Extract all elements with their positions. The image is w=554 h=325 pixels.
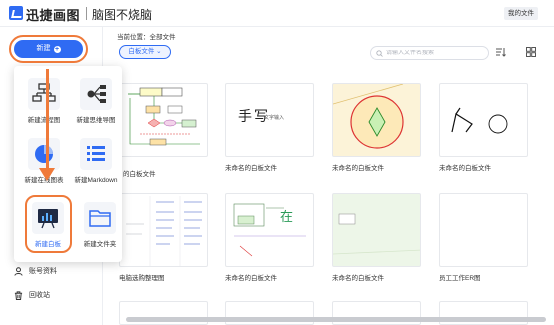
sidebar-item-recycle-bin[interactable]: 回收站 <box>13 289 50 301</box>
menu-item-new-mindmap[interactable]: 新建思维导图 <box>72 78 120 124</box>
pie-chart-icon <box>28 138 60 170</box>
brand-slogan: 脑图不烧脑 <box>92 8 153 22</box>
markdown-icon <box>80 138 112 170</box>
main-content: 当前位置：全部文件 白板文件 ⌄ 请输入文件名搜索 手写 文字输入 未命名的白板… <box>104 27 554 325</box>
file-card[interactable]: 未命名的白板文件 <box>332 83 421 172</box>
trash-icon <box>13 290 23 300</box>
search-input[interactable] <box>386 50 486 56</box>
brand-name: 迅捷画图 <box>26 8 81 23</box>
sort-icon[interactable] <box>494 47 506 59</box>
menu-item-label: 新建文件夹 <box>83 241 117 248</box>
search-box[interactable] <box>370 46 489 60</box>
logo-icon <box>9 6 23 20</box>
annotation-arrow-line <box>46 69 49 171</box>
file-card[interactable]: 在 未命名的白板文件 <box>225 193 314 282</box>
grid-view-icon[interactable] <box>525 47 537 59</box>
file-thumbnail <box>439 83 528 157</box>
menu-item-new-markdown[interactable]: 新建Markdown <box>72 138 120 184</box>
file-thumbnail <box>119 83 208 157</box>
search-icon <box>376 49 383 57</box>
sidebar-item-label: 回收站 <box>29 292 50 299</box>
file-thumbnail <box>439 193 528 267</box>
file-name-partial: 的白板文件 <box>123 171 156 178</box>
brand-divider <box>86 7 87 20</box>
file-name: 电脑选购整理图 <box>119 275 165 282</box>
file-card[interactable]: 未命名的白板文件 <box>332 193 421 282</box>
file-thumbnail <box>332 193 421 267</box>
menu-item-label: 新建Markdown <box>74 177 118 184</box>
file-card[interactable]: 未命名的白板文件 <box>439 83 528 172</box>
sidebar-item-account[interactable]: 账号资料 <box>13 265 57 277</box>
file-card[interactable] <box>119 83 208 162</box>
file-card[interactable]: 员工工作ER图 <box>439 193 528 282</box>
folder-icon <box>84 202 116 234</box>
user-icon <box>13 266 23 276</box>
file-card[interactable]: 手写 文字输入 未命名的白板文件 <box>225 83 314 172</box>
annotation-arrow-head <box>39 168 55 181</box>
file-name: 未命名的白板文件 <box>225 165 277 172</box>
file-name: 未命名的白板文件 <box>332 275 384 282</box>
file-name: 未命名的白板文件 <box>332 165 384 172</box>
file-thumbnail: 在 <box>225 193 314 267</box>
menu-item-label: 新建流程图 <box>27 117 61 124</box>
flowchart-icon <box>28 78 60 110</box>
thumb-zai: 在 <box>280 210 294 225</box>
thumb-text-input: 文字输入 <box>264 115 285 121</box>
horizontal-scrollbar[interactable] <box>126 317 546 322</box>
filter-label: 白板文件 <box>128 48 155 55</box>
file-thumbnail <box>332 83 421 157</box>
file-name: 员工工作ER图 <box>439 275 481 282</box>
sidebar-item-label: 账号资料 <box>29 268 57 275</box>
top-bar: 迅捷画图 脑图不烧脑 我的文件 <box>0 0 554 27</box>
file-thumbnail <box>119 193 208 267</box>
file-name: 未命名的白板文件 <box>439 165 491 172</box>
highlight-new-whiteboard <box>25 195 72 253</box>
mindmap-icon <box>80 78 112 110</box>
menu-item-new-folder[interactable]: 新建文件夹 <box>76 202 124 248</box>
file-type-filter[interactable]: 白板文件 ⌄ <box>119 45 171 59</box>
menu-item-label: 新建思维导图 <box>76 117 116 124</box>
file-thumbnail: 手写 文字输入 <box>225 83 314 157</box>
chevron-down-icon: ⌄ <box>156 48 162 55</box>
my-files-button[interactable]: 我的文件 <box>504 7 538 20</box>
highlight-new-button <box>9 35 88 63</box>
file-name: 未命名的白板文件 <box>225 275 277 282</box>
menu-item-new-flowchart[interactable]: 新建流程图 <box>20 78 68 124</box>
breadcrumb: 当前位置：全部文件 <box>117 34 176 41</box>
file-card[interactable]: 电脑选购整理图 <box>119 193 208 282</box>
